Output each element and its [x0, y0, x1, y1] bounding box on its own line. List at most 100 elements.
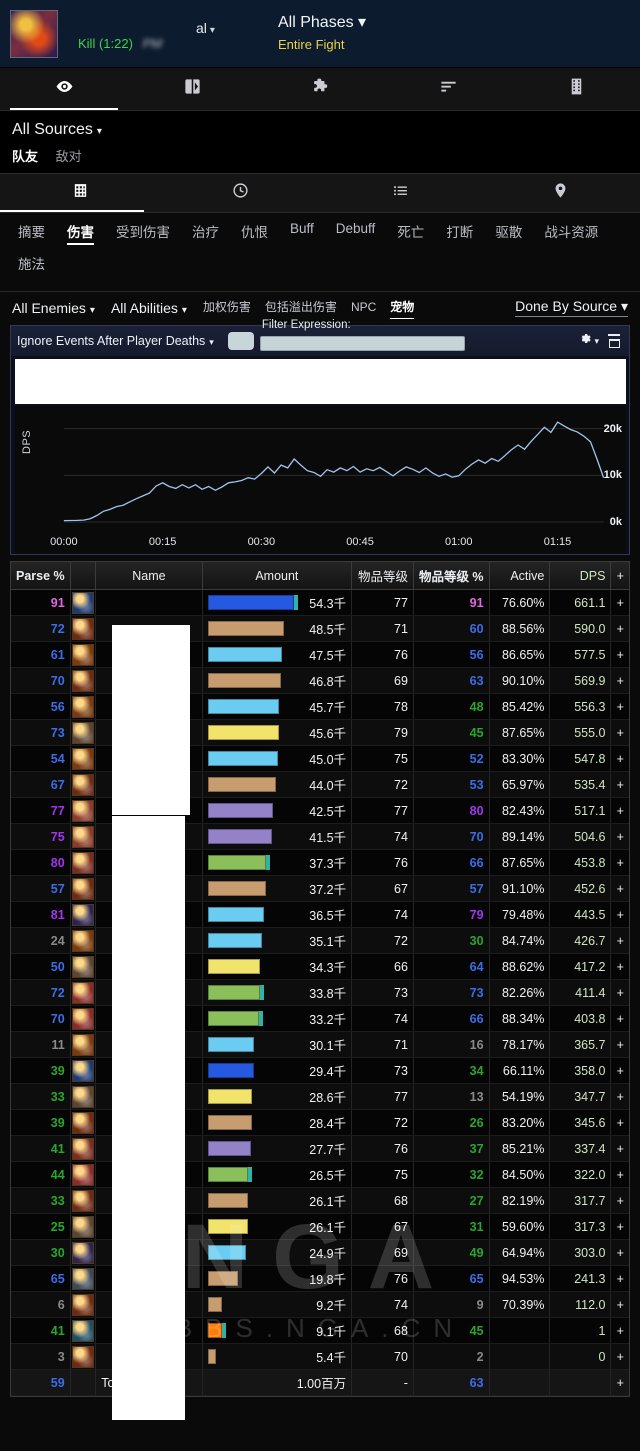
col-active[interactable]: Active — [489, 562, 550, 590]
cell-name[interactable] — [96, 642, 202, 668]
table-row[interactable]: 8136.5千747979.48%443.5+ — [11, 902, 629, 928]
all-enemies-dropdown[interactable]: All Enemies▾ — [12, 300, 95, 316]
subnav-tab-table[interactable] — [0, 174, 160, 212]
col-item-level[interactable]: 物品等级 — [352, 562, 414, 590]
table-row[interactable]: 7233.8千737382.26%411.4+ — [11, 980, 629, 1006]
tab-casts[interactable]: 施法 — [18, 253, 45, 276]
cell-name[interactable] — [96, 902, 202, 928]
cell-name[interactable] — [96, 954, 202, 980]
cell-expand-button[interactable]: + — [611, 1110, 629, 1136]
table-row[interactable]: 2435.1千723084.74%426.7+ — [11, 928, 629, 954]
table-row[interactable]: 35.4千7020+ — [11, 1344, 629, 1370]
cell-name[interactable] — [96, 772, 202, 798]
cell-expand-button[interactable]: + — [611, 1162, 629, 1188]
cell-name[interactable] — [96, 1006, 202, 1032]
cell-name[interactable] — [96, 1110, 202, 1136]
cell-expand-button[interactable]: + — [611, 850, 629, 876]
source-tab-friendlies[interactable]: 队友 — [12, 149, 38, 164]
cell-name[interactable] — [96, 1188, 202, 1214]
tab-damage-taken[interactable]: 受到伤害 — [116, 221, 170, 244]
cell-expand-button[interactable]: + — [611, 1006, 629, 1032]
table-row[interactable]: 4426.5千753284.50%322.0+ — [11, 1162, 629, 1188]
table-row[interactable]: 5445.0千755283.30%547.8+ — [11, 746, 629, 772]
done-by-source-dropdown[interactable]: Done By Source ▾ — [515, 298, 628, 317]
cell-expand-button[interactable]: + — [611, 1032, 629, 1058]
cell-expand-button[interactable]: + — [611, 1240, 629, 1266]
col-expand[interactable]: + — [611, 562, 629, 590]
table-row[interactable]: 419.1千68451+ — [11, 1318, 629, 1344]
col-item-level-pct[interactable]: 物品等级 % — [413, 562, 489, 590]
col-dps[interactable]: DPS — [550, 562, 611, 590]
tab-dispels[interactable]: 驱散 — [495, 221, 522, 244]
col-name[interactable]: Name — [96, 562, 202, 590]
cell-name[interactable] — [96, 1162, 202, 1188]
difficulty-dropdown[interactable]: al▾ — [196, 20, 215, 36]
cell-name[interactable] — [96, 694, 202, 720]
cell-name[interactable] — [96, 798, 202, 824]
table-row[interactable]: 6744.0千725365.97%535.4+ — [11, 772, 629, 798]
cell-name[interactable] — [96, 876, 202, 902]
nav-tab-plugins[interactable] — [256, 68, 384, 110]
table-row[interactable]: 7742.5千778082.43%517.1+ — [11, 798, 629, 824]
cell-name[interactable] — [96, 1084, 202, 1110]
minimize-button[interactable] — [608, 334, 620, 336]
cell-name[interactable] — [96, 1318, 202, 1344]
table-row[interactable]: 5737.2千675791.10%452.6+ — [11, 876, 629, 902]
cell-expand-button[interactable]: + — [611, 1058, 629, 1084]
table-row[interactable]: 3326.1千682782.19%317.7+ — [11, 1188, 629, 1214]
table-row[interactable]: 5034.3千666488.62%417.2+ — [11, 954, 629, 980]
cell-expand-button[interactable]: + — [611, 1214, 629, 1240]
nav-tab-analysis[interactable] — [128, 68, 256, 110]
cell-expand-button[interactable]: + — [611, 746, 629, 772]
table-row[interactable]: 69.2千74970.39%112.0+ — [11, 1292, 629, 1318]
cell-expand-button[interactable]: + — [611, 980, 629, 1006]
subnav-tab-map[interactable] — [480, 174, 640, 212]
table-row[interactable]: 8037.3千766687.65%453.8+ — [11, 850, 629, 876]
table-row[interactable]: 7345.6千794587.65%555.0+ — [11, 720, 629, 746]
cell-expand-button[interactable]: + — [611, 1188, 629, 1214]
cell-expand-button[interactable]: + — [611, 694, 629, 720]
cell-name[interactable] — [96, 1032, 202, 1058]
tab-buffs[interactable]: Buff — [290, 221, 314, 239]
tab-resources[interactable]: 战斗资源 — [544, 221, 598, 244]
cell-expand-button[interactable]: + — [611, 928, 629, 954]
cell-name[interactable] — [96, 668, 202, 694]
table-row[interactable]: 5645.7千784885.42%556.3+ — [11, 694, 629, 720]
col-amount[interactable]: Amount — [202, 562, 351, 590]
table-row[interactable]: 2526.1千673159.60%317.3+ — [11, 1214, 629, 1240]
settings-gear-dropdown[interactable]: ▾ — [578, 332, 599, 350]
table-row[interactable]: 3024.9千694964.94%303.0+ — [11, 1240, 629, 1266]
table-row[interactable]: 3328.6千771354.19%347.7+ — [11, 1084, 629, 1110]
cell-expand-button[interactable]: + — [611, 824, 629, 850]
cell-expand-button[interactable]: + — [611, 1344, 629, 1370]
cell-expand-button[interactable]: + — [611, 876, 629, 902]
cell-expand-button[interactable]: + — [611, 1318, 629, 1344]
cell-expand-button[interactable]: + — [611, 668, 629, 694]
tab-threat[interactable]: 仇恨 — [241, 221, 268, 244]
nav-tab-overview[interactable] — [0, 68, 128, 110]
table-row[interactable]: 3928.4千722683.20%345.6+ — [11, 1110, 629, 1136]
tab-healing[interactable]: 治疗 — [192, 221, 219, 244]
cell-name[interactable] — [96, 980, 202, 1006]
chip-npc[interactable]: NPC — [351, 300, 376, 316]
cell-expand-button[interactable]: + — [611, 1292, 629, 1318]
panel-toggle-button[interactable] — [228, 332, 254, 350]
table-row[interactable]: 6147.5千765686.65%577.5+ — [11, 642, 629, 668]
tab-debuffs[interactable]: Debuff — [336, 221, 376, 239]
cell-expand-button[interactable]: + — [611, 642, 629, 668]
table-row[interactable]: 6519.8千766594.53%241.3+ — [11, 1266, 629, 1292]
table-row[interactable]: 3929.4千733466.11%358.0+ — [11, 1058, 629, 1084]
cell-name[interactable] — [96, 1344, 202, 1370]
cell-name[interactable] — [96, 824, 202, 850]
chip-include-overkill[interactable]: 包括溢出伤害 — [265, 298, 337, 317]
ignore-events-dropdown[interactable]: Ignore Events After Player Deaths▾ — [17, 334, 214, 348]
cell-expand-button[interactable]: + — [611, 798, 629, 824]
table-row[interactable]: 1130.1千711678.17%365.7+ — [11, 1032, 629, 1058]
cell-expand-button[interactable]: + — [611, 720, 629, 746]
tab-interrupts[interactable]: 打断 — [446, 221, 473, 244]
tab-summary[interactable]: 摘要 — [18, 221, 45, 244]
tab-deaths[interactable]: 死亡 — [397, 221, 424, 244]
cell-name[interactable] — [96, 590, 202, 616]
table-row[interactable]: 7248.5千716088.56%590.0+ — [11, 616, 629, 642]
nav-tab-replay[interactable] — [512, 68, 640, 110]
